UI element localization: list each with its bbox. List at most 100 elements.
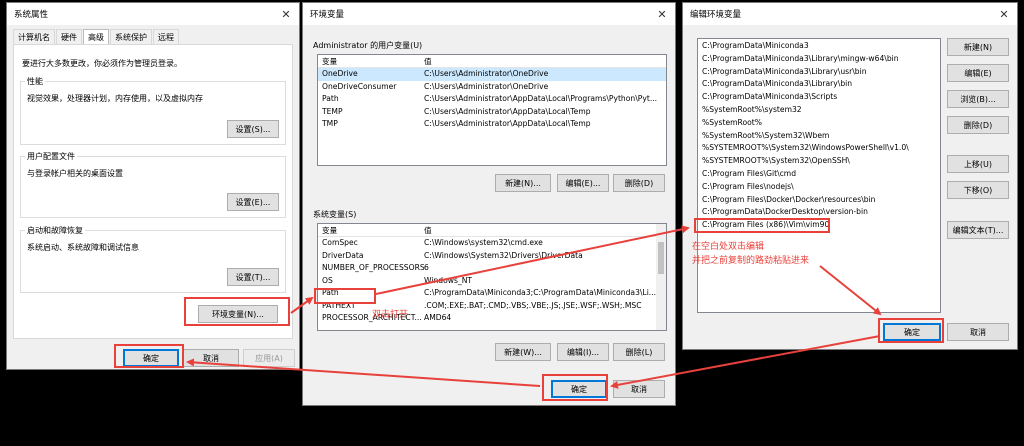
apply-button[interactable]: 应用(A) xyxy=(243,349,295,367)
path-rows: C:\ProgramData\Miniconda3 C:\ProgramData\… xyxy=(698,40,940,232)
path-list-item[interactable]: C:\ProgramData\Miniconda3\Scripts xyxy=(698,91,940,104)
title-bar: 编辑环境变量 ✕ xyxy=(683,3,1017,25)
system-vars-header: 变量 值 xyxy=(318,224,666,237)
performance-label: 性能 xyxy=(25,76,45,87)
move-up-button[interactable]: 上移(U) xyxy=(947,155,1009,173)
tab-strip: 计算机名 硬件 高级 系统保护 远程 xyxy=(13,29,180,45)
user-vars-header: 变量 值 xyxy=(318,55,666,68)
tab-advanced[interactable]: 高级 xyxy=(83,29,109,45)
close-icon[interactable]: ✕ xyxy=(991,3,1017,25)
table-row[interactable]: TMP C:\Users\Administrator\AppData\Local\… xyxy=(318,118,666,131)
path-list-item[interactable]: C:\ProgramData\Miniconda3\Library\mingw-… xyxy=(698,53,940,66)
user-vars-label: Administrator 的用户变量(U) xyxy=(313,41,423,50)
variable-name: Path xyxy=(322,94,339,103)
table-row[interactable]: ComSpec C:\Windows\system32\cmd.exe xyxy=(318,237,666,250)
variable-name: OS xyxy=(322,275,333,285)
path-list-item[interactable]: C:\ProgramData\Miniconda3 xyxy=(698,40,940,53)
path-list-item[interactable]: C:\Program Files\nodejs\ xyxy=(698,181,940,194)
startup-recovery-settings-button[interactable]: 设置(T)... xyxy=(227,268,279,286)
system-vars-rows: ComSpec C:\Windows\system32\cmd.exe Driver… xyxy=(318,237,666,325)
window-title: 系统属性 xyxy=(14,10,49,20)
path-list-item[interactable]: %SystemRoot% xyxy=(698,117,940,130)
variable-value: C:\Users\Administrator\AppData\Local\Pro… xyxy=(424,94,658,103)
edit-text-button[interactable]: 编辑文本(T)... xyxy=(947,221,1009,239)
user-new-button[interactable]: 新建(N)... xyxy=(495,174,551,192)
user-vars-rows: OneDrive C:\Users\Administrator\OneDrive O… xyxy=(318,68,666,131)
tab-remote[interactable]: 远程 xyxy=(153,29,179,45)
variable-name: TEMP xyxy=(322,106,343,116)
variable-name: NUMBER_OF_PROCESSORS xyxy=(322,263,425,272)
user-profiles-desc: 与登录帐户相关的桌面设置 xyxy=(27,169,123,178)
close-icon[interactable]: ✕ xyxy=(273,3,299,25)
table-row[interactable]: OS Windows_NT xyxy=(318,275,666,288)
startup-recovery-label: 启动和故障恢复 xyxy=(25,225,85,236)
startup-recovery-group: 启动和故障恢复 系统启动、系统故障和调试信息 设置(T)... xyxy=(20,225,286,293)
table-row[interactable]: DriverData C:\Windows\System32\Drivers\Dr… xyxy=(318,250,666,263)
highlight-edit-ok-button xyxy=(878,318,944,343)
user-vars-list: 变量 值 OneDrive C:\Users\Administrator\OneD… xyxy=(317,54,667,166)
variable-name: TMP xyxy=(322,119,338,128)
table-row[interactable]: Path C:\Users\Administrator\AppData\Local… xyxy=(318,93,666,106)
user-edit-button[interactable]: 编辑(E)... xyxy=(557,174,609,192)
new-button[interactable]: 新建(N) xyxy=(947,38,1009,56)
variable-value: C:\Windows\system32\cmd.exe xyxy=(424,238,543,247)
table-row[interactable]: OneDriveConsumer C:\Users\Administrator\O… xyxy=(318,81,666,94)
variable-name: ComSpec xyxy=(322,238,358,247)
variable-value: 6 xyxy=(424,263,429,272)
path-list-item[interactable]: C:\ProgramData\Miniconda3\Library\usr\bi… xyxy=(698,66,940,79)
cancel-button[interactable]: 取消 xyxy=(183,349,239,367)
variable-name: OneDriveConsumer xyxy=(322,81,397,91)
variable-value: C:\Users\Administrator\OneDrive xyxy=(424,81,549,91)
tab-panel: 要进行大多数更改，你必须作为管理员登录。 性能 视觉效果，处理器计划，内存使用，… xyxy=(13,44,293,339)
highlight-ok-button xyxy=(114,344,184,368)
path-list-item[interactable]: %SYSTEMROOT%\System32\OpenSSH\ xyxy=(698,155,940,168)
table-row[interactable]: PROCESSOR_ARCHITECT... AMD64 xyxy=(318,312,666,325)
environment-variables-window: 环境变量 ✕ Administrator 的用户变量(U) 变量 值 OneDr… xyxy=(302,2,676,406)
scrollbar[interactable] xyxy=(656,224,666,330)
col-variable: 变量 xyxy=(322,57,338,66)
path-list-item[interactable]: %SYSTEMROOT%\System32\WindowsPowerShell\… xyxy=(698,142,940,155)
admin-note: 要进行大多数更改，你必须作为管理员登录。 xyxy=(22,59,182,68)
variable-value: C:\Users\Administrator\AppData\Local\Tem… xyxy=(424,119,591,128)
table-row[interactable]: TEMP C:\Users\Administrator\AppData\Local… xyxy=(318,106,666,119)
cancel-button[interactable]: 取消 xyxy=(613,380,665,398)
col-variable: 变量 xyxy=(322,226,338,235)
move-down-button[interactable]: 下移(O) xyxy=(947,181,1009,199)
table-row[interactable]: OneDrive C:\Users\Administrator\OneDrive xyxy=(318,68,666,81)
close-icon[interactable]: ✕ xyxy=(649,3,675,25)
browse-button[interactable]: 浏览(B)... xyxy=(947,90,1009,108)
user-profiles-group: 用户配置文件 与登录帐户相关的桌面设置 设置(E)... xyxy=(20,151,286,218)
col-value: 值 xyxy=(424,57,432,66)
user-profiles-settings-button[interactable]: 设置(E)... xyxy=(227,193,279,211)
edit-button[interactable]: 编辑(E) xyxy=(947,64,1009,82)
variable-value: AMD64 xyxy=(424,313,452,322)
window-title: 环境变量 xyxy=(310,10,345,20)
user-profiles-label: 用户配置文件 xyxy=(25,151,77,162)
performance-settings-button[interactable]: 设置(S)... xyxy=(227,120,279,138)
path-list-item[interactable]: %SystemRoot%\system32 xyxy=(698,104,940,117)
annotation-double-click: 双击打开 xyxy=(372,310,409,320)
highlight-vim-path xyxy=(694,218,830,233)
user-delete-button[interactable]: 删除(D) xyxy=(613,174,665,192)
scroll-thumb[interactable] xyxy=(658,242,664,274)
path-list-item[interactable]: C:\Program Files\Docker\Docker\resources… xyxy=(698,194,940,207)
variable-name: DriverData xyxy=(322,250,364,260)
system-new-button[interactable]: 新建(W)... xyxy=(495,343,551,361)
title-bar: 系统属性 ✕ xyxy=(7,3,299,25)
annotation-hint-2: 并把之前复制的路劲粘贴进来 xyxy=(692,256,810,266)
variable-value: C:\Users\Administrator\AppData\Local\Tem… xyxy=(424,106,591,116)
path-list[interactable]: C:\ProgramData\Miniconda3 C:\ProgramData\… xyxy=(697,38,941,313)
path-list-item[interactable]: %SystemRoot%\System32\Wbem xyxy=(698,130,940,143)
system-delete-button[interactable]: 删除(L) xyxy=(613,343,665,361)
path-list-item[interactable]: C:\ProgramData\Miniconda3\Library\bin xyxy=(698,78,940,91)
cancel-button[interactable]: 取消 xyxy=(947,323,1009,341)
tab-computer-name[interactable]: 计算机名 xyxy=(13,29,55,45)
system-vars-label: 系统变量(S) xyxy=(313,210,357,219)
tab-hardware[interactable]: 硬件 xyxy=(56,29,82,45)
table-row[interactable]: NUMBER_OF_PROCESSORS 6 xyxy=(318,262,666,275)
annotation-hint-1: 在空白处双击编辑 xyxy=(692,242,765,252)
path-list-item[interactable]: C:\Program Files\Git\cmd xyxy=(698,168,940,181)
delete-button[interactable]: 删除(D) xyxy=(947,116,1009,134)
system-edit-button[interactable]: 编辑(I)... xyxy=(557,343,609,361)
tab-system-protection[interactable]: 系统保护 xyxy=(110,29,152,45)
